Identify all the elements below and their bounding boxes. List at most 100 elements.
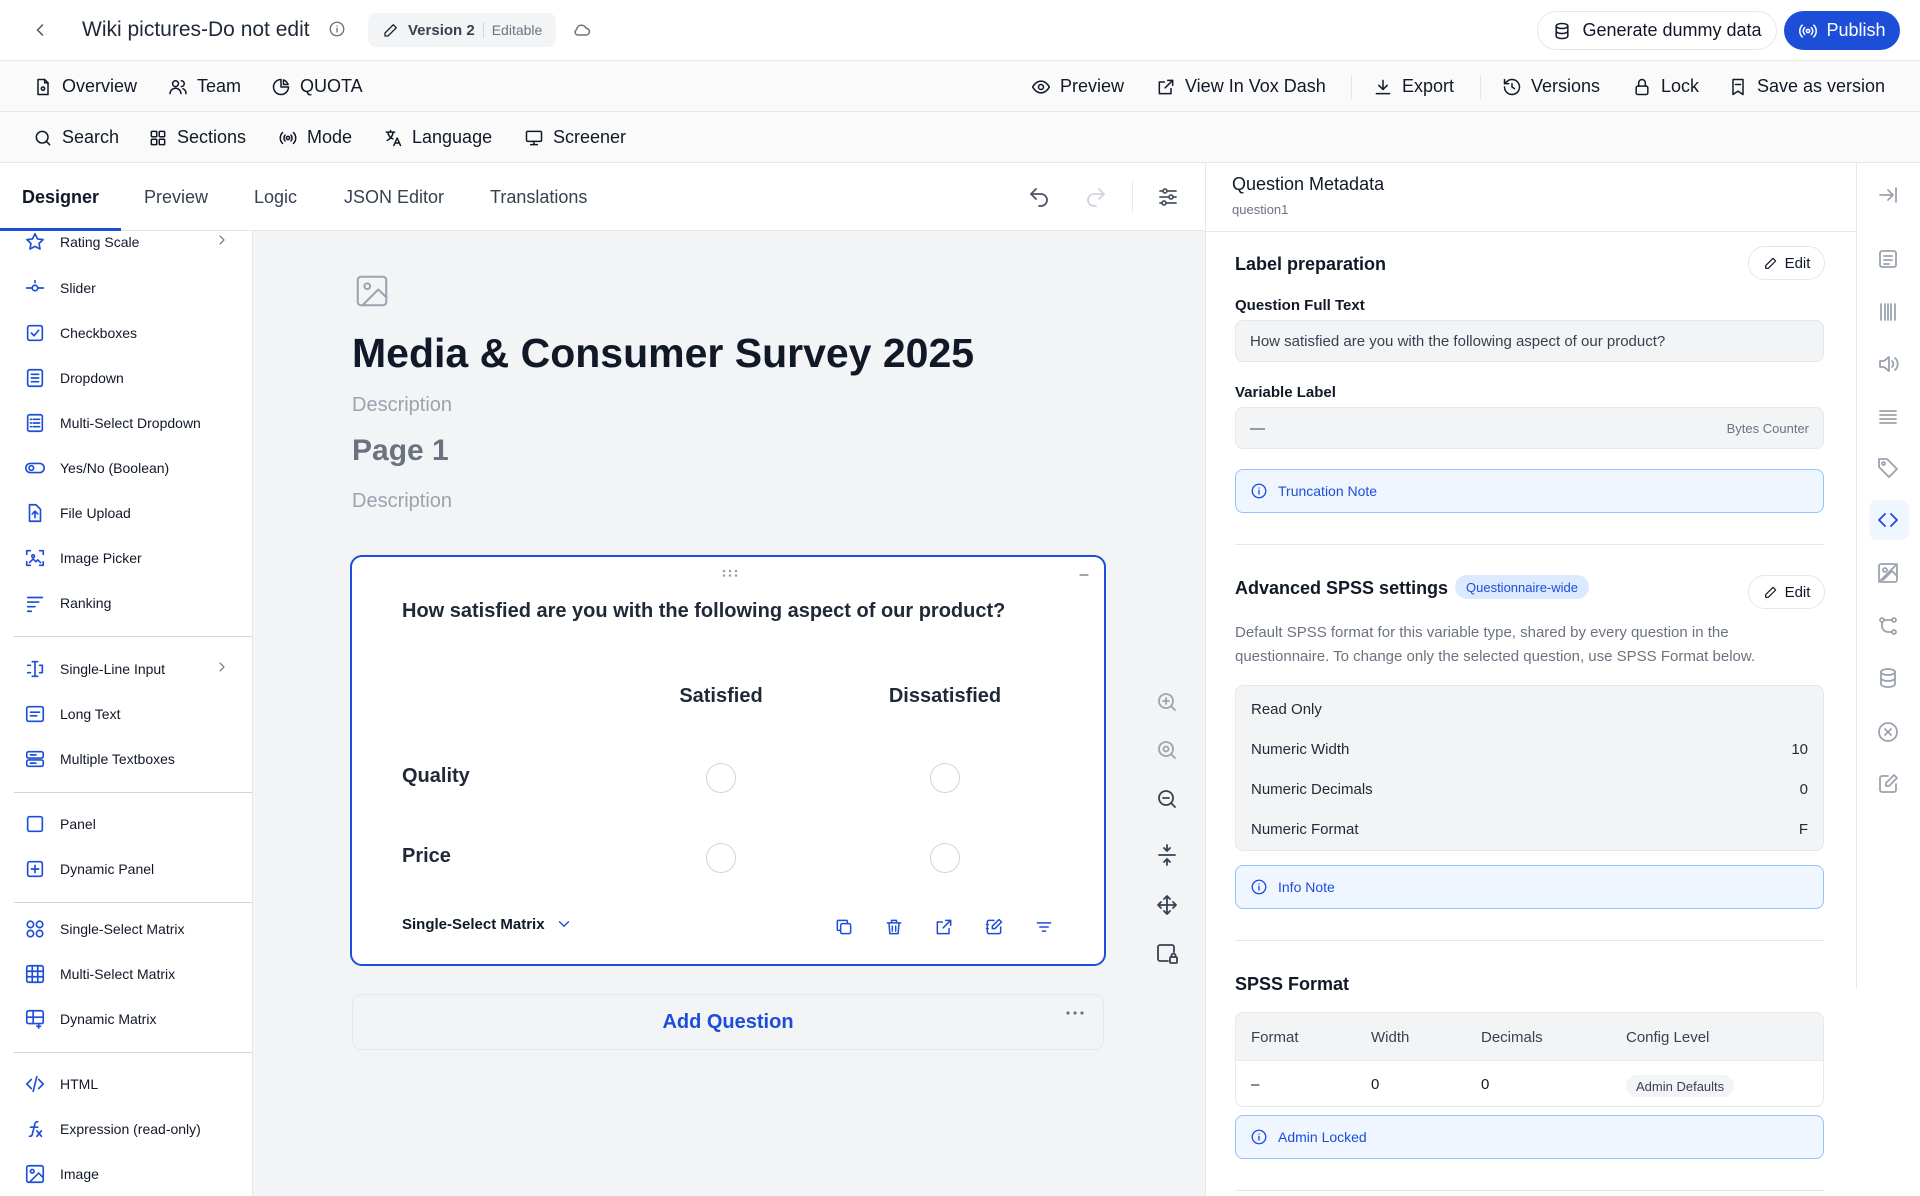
question-type-selector[interactable]: Single-Select Matrix <box>402 915 573 933</box>
add-question-button[interactable]: Add Question <box>352 994 1104 1050</box>
edit-square-icon[interactable] <box>1876 772 1900 796</box>
toolbar-sections[interactable]: Sections <box>148 112 246 163</box>
multi-dropdown-icon <box>26 413 44 433</box>
matrix-radio[interactable] <box>706 763 736 793</box>
info-icon[interactable] <box>328 20 346 38</box>
edit-notes-icon[interactable] <box>984 917 1004 937</box>
back-arrow-icon[interactable] <box>30 20 50 40</box>
page-description[interactable]: Description <box>352 490 452 513</box>
expand-all-icon[interactable] <box>1155 893 1179 917</box>
monitor-icon <box>525 130 543 145</box>
toolbox-html[interactable]: HTML <box>24 1071 98 1097</box>
nav-save-as-version[interactable]: Save as version <box>1728 61 1885 112</box>
toolbar-language[interactable]: Language <box>383 112 492 163</box>
version-pill[interactable]: Version 2 Editable <box>368 13 557 47</box>
nav-preview[interactable]: Preview <box>1031 61 1124 112</box>
branch-logic-icon[interactable] <box>1876 614 1900 638</box>
image-settings-icon[interactable] <box>1876 561 1900 585</box>
toolbox-single-line-input[interactable]: Single-Line Input <box>24 656 165 682</box>
zoom-reset-icon[interactable] <box>1155 738 1179 762</box>
question-card[interactable]: How satisfied are you with the following… <box>350 555 1106 966</box>
close-circle-icon[interactable] <box>1876 720 1900 744</box>
list-icon[interactable] <box>1876 405 1900 429</box>
chevron-right-icon[interactable] <box>214 232 230 248</box>
tab-json-editor[interactable]: JSON Editor <box>344 163 444 231</box>
tag-icon[interactable] <box>1876 456 1900 480</box>
collapse-panel-icon[interactable] <box>1876 183 1900 207</box>
toolbox-panel[interactable]: Panel <box>24 811 96 837</box>
toolbox-rating-scale[interactable]: Rating Scale <box>24 231 139 255</box>
toolbox-multiple-textboxes[interactable]: Multiple Textboxes <box>24 746 175 772</box>
matrix-column-header[interactable]: Satisfied <box>631 685 811 708</box>
toolbox-multi-select-matrix[interactable]: Multi-Select Matrix <box>24 961 175 987</box>
undo-icon[interactable] <box>1027 185 1051 209</box>
zoom-out-icon[interactable] <box>1155 787 1179 811</box>
zoom-in-icon[interactable] <box>1155 690 1179 714</box>
audio-icon[interactable] <box>1876 352 1900 376</box>
matrix-row-header[interactable]: Quality <box>402 765 470 788</box>
toolbar-search[interactable]: Search <box>33 112 119 163</box>
toolbox-image-picker[interactable]: Image Picker <box>24 545 142 571</box>
toolbox-yes-no-boolean[interactable]: Yes/No (Boolean) <box>24 455 169 481</box>
toolbox-expression[interactable]: Expression (read-only) <box>24 1116 201 1142</box>
toolbox-slider[interactable]: Slider <box>24 275 96 301</box>
toolbox-checkboxes[interactable]: Checkboxes <box>24 320 137 346</box>
nav-quota[interactable]: QUOTA <box>271 61 363 112</box>
matrix-radio[interactable] <box>706 843 736 873</box>
toolbar-screener[interactable]: Screener <box>524 112 626 163</box>
properties-icon[interactable] <box>1876 247 1900 271</box>
nav-save-version-label: Save as version <box>1757 76 1886 96</box>
matrix-column-header[interactable]: Dissatisfied <box>855 685 1035 708</box>
nav-team[interactable]: Team <box>168 61 241 112</box>
open-external-icon[interactable] <box>934 917 954 937</box>
advanced-spss-edit-button[interactable]: Edit <box>1748 575 1825 609</box>
database-icon[interactable] <box>1876 666 1900 690</box>
toolbox-dynamic-panel[interactable]: Dynamic Panel <box>24 856 154 882</box>
lock-device-icon[interactable] <box>1155 942 1179 966</box>
toolbox-multi-select-dropdown[interactable]: Multi-Select Dropdown <box>24 410 201 436</box>
chevron-right-icon[interactable] <box>214 659 230 675</box>
filter-icon[interactable] <box>1034 917 1054 937</box>
toolbox-single-select-matrix[interactable]: Single-Select Matrix <box>24 916 185 942</box>
drag-handle-icon[interactable] <box>722 569 738 577</box>
toolbox-dropdown[interactable]: Dropdown <box>24 365 124 391</box>
nav-overview[interactable]: Overview <box>33 61 137 112</box>
survey-title[interactable]: Media & Consumer Survey 2025 <box>352 330 974 377</box>
survey-description[interactable]: Description <box>352 394 452 417</box>
tab-designer[interactable]: Designer <box>22 163 99 231</box>
page-title[interactable]: Page 1 <box>352 434 449 468</box>
database-icon <box>1555 22 1570 39</box>
toolbox-file-upload[interactable]: File Upload <box>24 500 131 526</box>
tab-translations[interactable]: Translations <box>490 163 587 231</box>
collapse-icon[interactable] <box>1076 567 1092 583</box>
delete-icon[interactable] <box>884 917 904 937</box>
code-icon[interactable] <box>1876 508 1900 532</box>
settings-sliders-icon[interactable] <box>1156 185 1180 209</box>
toolbox-image[interactable]: Image <box>24 1161 99 1187</box>
generate-dummy-data-button[interactable]: Generate dummy data <box>1537 11 1777 50</box>
logo-image-placeholder-icon[interactable] <box>353 272 391 310</box>
redo-icon[interactable] <box>1084 185 1108 209</box>
nav-view-vox-dash[interactable]: View In Vox Dash <box>1156 61 1326 112</box>
duplicate-icon[interactable] <box>834 917 854 937</box>
more-horizontal-icon[interactable] <box>1065 1011 1085 1015</box>
tab-preview[interactable]: Preview <box>144 163 208 231</box>
nav-export[interactable]: Export <box>1373 61 1454 112</box>
question-title[interactable]: How satisfied are you with the following… <box>402 600 1005 623</box>
matrix-radio[interactable] <box>930 843 960 873</box>
publish-button[interactable]: Publish <box>1784 11 1900 50</box>
nav-versions[interactable]: Versions <box>1502 61 1600 112</box>
nav-lock[interactable]: Lock <box>1632 61 1699 112</box>
matrix-row-header[interactable]: Price <box>402 845 451 868</box>
toolbar-mode[interactable]: Mode <box>278 112 352 163</box>
toolbox-dynamic-matrix[interactable]: Dynamic Matrix <box>24 1006 156 1032</box>
toolbox-long-text[interactable]: Long Text <box>24 701 120 727</box>
label-prep-edit-button[interactable]: Edit <box>1748 246 1825 280</box>
matrix-radio[interactable] <box>930 763 960 793</box>
collapse-all-icon[interactable] <box>1155 843 1179 867</box>
barcode-icon[interactable] <box>1876 300 1900 324</box>
toolbox-ranking[interactable]: Ranking <box>24 590 111 616</box>
toolbox-label: HTML <box>60 1076 99 1092</box>
tab-logic[interactable]: Logic <box>254 163 297 231</box>
cloud-sync-icon[interactable] <box>572 20 592 40</box>
